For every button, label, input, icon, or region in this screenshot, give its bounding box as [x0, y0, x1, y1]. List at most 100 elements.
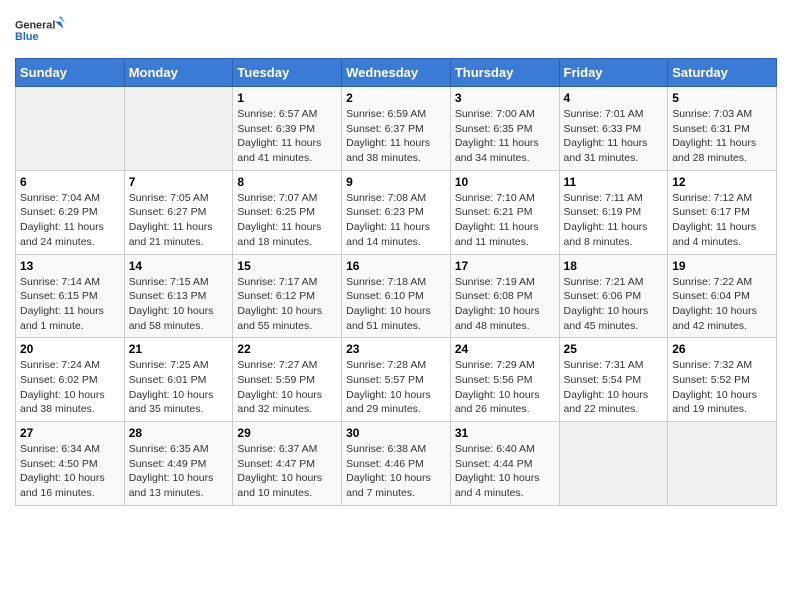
calendar-cell: 17 Sunrise: 7:19 AMSunset: 6:08 PMDayligh…: [450, 254, 559, 338]
calendar-week-row: 1 Sunrise: 6:57 AMSunset: 6:39 PMDaylight…: [16, 87, 777, 171]
day-info: Sunrise: 7:05 AMSunset: 6:27 PMDaylight:…: [129, 191, 229, 250]
calendar-cell: 15 Sunrise: 7:17 AMSunset: 6:12 PMDayligh…: [233, 254, 342, 338]
page-header: General Blue: [15, 10, 777, 50]
calendar-week-row: 27 Sunrise: 6:34 AMSunset: 4:50 PMDayligh…: [16, 422, 777, 506]
day-info: Sunrise: 7:03 AMSunset: 6:31 PMDaylight:…: [672, 107, 772, 166]
day-info: Sunrise: 7:11 AMSunset: 6:19 PMDaylight:…: [564, 191, 664, 250]
calendar-cell: 26 Sunrise: 7:32 AMSunset: 5:52 PMDayligh…: [668, 338, 777, 422]
day-info: Sunrise: 7:28 AMSunset: 5:57 PMDaylight:…: [346, 358, 446, 417]
day-number: 24: [455, 342, 555, 356]
calendar-cell: 22 Sunrise: 7:27 AMSunset: 5:59 PMDayligh…: [233, 338, 342, 422]
calendar-cell: [16, 87, 125, 171]
day-info: Sunrise: 6:37 AMSunset: 4:47 PMDaylight:…: [237, 442, 337, 501]
calendar-cell: 18Sunrise: 7:21 AMSunset: 6:06 PMDayligh…: [559, 254, 668, 338]
weekday-header-row: SundayMondayTuesdayWednesdayThursdayFrid…: [16, 59, 777, 87]
weekday-header: Thursday: [450, 59, 559, 87]
day-number: 20: [20, 342, 120, 356]
day-number: 30: [346, 426, 446, 440]
calendar-cell: 21 Sunrise: 7:25 AMSunset: 6:01 PMDayligh…: [124, 338, 233, 422]
weekday-header: Saturday: [668, 59, 777, 87]
day-info: Sunrise: 7:07 AMSunset: 6:25 PMDaylight:…: [237, 191, 337, 250]
day-number: 26: [672, 342, 772, 356]
calendar-cell: 29 Sunrise: 6:37 AMSunset: 4:47 PMDayligh…: [233, 422, 342, 506]
calendar-cell: 4Sunrise: 7:01 AMSunset: 6:33 PMDaylight…: [559, 87, 668, 171]
day-info: Sunrise: 7:19 AMSunset: 6:08 PMDaylight:…: [455, 275, 555, 334]
day-number: 3: [455, 91, 555, 105]
weekday-header: Wednesday: [342, 59, 451, 87]
day-number: 8: [237, 175, 337, 189]
calendar-cell: 1 Sunrise: 6:57 AMSunset: 6:39 PMDaylight…: [233, 87, 342, 171]
day-number: 27: [20, 426, 120, 440]
day-info: Sunrise: 7:21 AMSunset: 6:06 PMDaylight:…: [564, 275, 664, 334]
day-info: Sunrise: 7:15 AMSunset: 6:13 PMDaylight:…: [129, 275, 229, 334]
day-number: 29: [237, 426, 337, 440]
weekday-header: Tuesday: [233, 59, 342, 87]
day-info: Sunrise: 7:22 AMSunset: 6:04 PMDaylight:…: [672, 275, 772, 334]
day-number: 13: [20, 259, 120, 273]
calendar-cell: 30 Sunrise: 6:38 AMSunset: 4:46 PMDayligh…: [342, 422, 451, 506]
calendar-cell: 16Sunrise: 7:18 AMSunset: 6:10 PMDayligh…: [342, 254, 451, 338]
svg-text:General: General: [15, 19, 55, 31]
day-number: 12: [672, 175, 772, 189]
calendar-cell: 14Sunrise: 7:15 AMSunset: 6:13 PMDayligh…: [124, 254, 233, 338]
day-number: 17: [455, 259, 555, 273]
day-info: Sunrise: 6:35 AMSunset: 4:49 PMDaylight:…: [129, 442, 229, 501]
logo-svg: General Blue: [15, 10, 65, 50]
day-info: Sunrise: 6:38 AMSunset: 4:46 PMDaylight:…: [346, 442, 446, 501]
day-info: Sunrise: 7:25 AMSunset: 6:01 PMDaylight:…: [129, 358, 229, 417]
calendar-cell: 10 Sunrise: 7:10 AMSunset: 6:21 PMDayligh…: [450, 170, 559, 254]
day-info: Sunrise: 7:31 AMSunset: 5:54 PMDaylight:…: [564, 358, 664, 417]
day-number: 7: [129, 175, 229, 189]
day-number: 4: [564, 91, 664, 105]
day-number: 5: [672, 91, 772, 105]
svg-text:Blue: Blue: [15, 31, 38, 43]
calendar-cell: 5 Sunrise: 7:03 AMSunset: 6:31 PMDaylight…: [668, 87, 777, 171]
day-info: Sunrise: 7:08 AMSunset: 6:23 PMDaylight:…: [346, 191, 446, 250]
calendar-cell: 24 Sunrise: 7:29 AMSunset: 5:56 PMDayligh…: [450, 338, 559, 422]
calendar-cell: [559, 422, 668, 506]
day-number: 15: [237, 259, 337, 273]
calendar-cell: [668, 422, 777, 506]
calendar-cell: 25Sunrise: 7:31 AMSunset: 5:54 PMDayligh…: [559, 338, 668, 422]
day-info: Sunrise: 7:29 AMSunset: 5:56 PMDaylight:…: [455, 358, 555, 417]
day-info: Sunrise: 7:27 AMSunset: 5:59 PMDaylight:…: [237, 358, 337, 417]
day-number: 22: [237, 342, 337, 356]
calendar-cell: 11 Sunrise: 7:11 AMSunset: 6:19 PMDayligh…: [559, 170, 668, 254]
day-info: Sunrise: 7:32 AMSunset: 5:52 PMDaylight:…: [672, 358, 772, 417]
calendar-cell: 2 Sunrise: 6:59 AMSunset: 6:37 PMDaylight…: [342, 87, 451, 171]
day-info: Sunrise: 7:18 AMSunset: 6:10 PMDaylight:…: [346, 275, 446, 334]
weekday-header: Friday: [559, 59, 668, 87]
day-info: Sunrise: 6:40 AMSunset: 4:44 PMDaylight:…: [455, 442, 555, 501]
calendar-week-row: 20Sunrise: 7:24 AMSunset: 6:02 PMDayligh…: [16, 338, 777, 422]
day-number: 11: [564, 175, 664, 189]
calendar-cell: [124, 87, 233, 171]
day-info: Sunrise: 7:14 AMSunset: 6:15 PMDaylight:…: [20, 275, 120, 334]
calendar-cell: 20Sunrise: 7:24 AMSunset: 6:02 PMDayligh…: [16, 338, 125, 422]
calendar-cell: 9Sunrise: 7:08 AMSunset: 6:23 PMDaylight…: [342, 170, 451, 254]
calendar-cell: 8 Sunrise: 7:07 AMSunset: 6:25 PMDaylight…: [233, 170, 342, 254]
weekday-header: Monday: [124, 59, 233, 87]
day-number: 28: [129, 426, 229, 440]
weekday-header: Sunday: [16, 59, 125, 87]
calendar-week-row: 13 Sunrise: 7:14 AMSunset: 6:15 PMDayligh…: [16, 254, 777, 338]
day-info: Sunrise: 7:04 AMSunset: 6:29 PMDaylight:…: [20, 191, 120, 250]
day-number: 19: [672, 259, 772, 273]
calendar-table: SundayMondayTuesdayWednesdayThursdayFrid…: [15, 58, 777, 506]
calendar-cell: 27 Sunrise: 6:34 AMSunset: 4:50 PMDayligh…: [16, 422, 125, 506]
day-number: 2: [346, 91, 446, 105]
day-number: 1: [237, 91, 337, 105]
day-info: Sunrise: 6:57 AMSunset: 6:39 PMDaylight:…: [237, 107, 337, 166]
calendar-cell: 19 Sunrise: 7:22 AMSunset: 6:04 PMDayligh…: [668, 254, 777, 338]
calendar-cell: 31 Sunrise: 6:40 AMSunset: 4:44 PMDayligh…: [450, 422, 559, 506]
day-info: Sunrise: 6:59 AMSunset: 6:37 PMDaylight:…: [346, 107, 446, 166]
calendar-cell: 12Sunrise: 7:12 AMSunset: 6:17 PMDayligh…: [668, 170, 777, 254]
day-number: 31: [455, 426, 555, 440]
day-number: 10: [455, 175, 555, 189]
calendar-cell: 23Sunrise: 7:28 AMSunset: 5:57 PMDayligh…: [342, 338, 451, 422]
day-info: Sunrise: 6:34 AMSunset: 4:50 PMDaylight:…: [20, 442, 120, 501]
day-info: Sunrise: 7:17 AMSunset: 6:12 PMDaylight:…: [237, 275, 337, 334]
logo: General Blue: [15, 10, 65, 50]
day-number: 21: [129, 342, 229, 356]
day-info: Sunrise: 7:10 AMSunset: 6:21 PMDaylight:…: [455, 191, 555, 250]
day-info: Sunrise: 7:00 AMSunset: 6:35 PMDaylight:…: [455, 107, 555, 166]
